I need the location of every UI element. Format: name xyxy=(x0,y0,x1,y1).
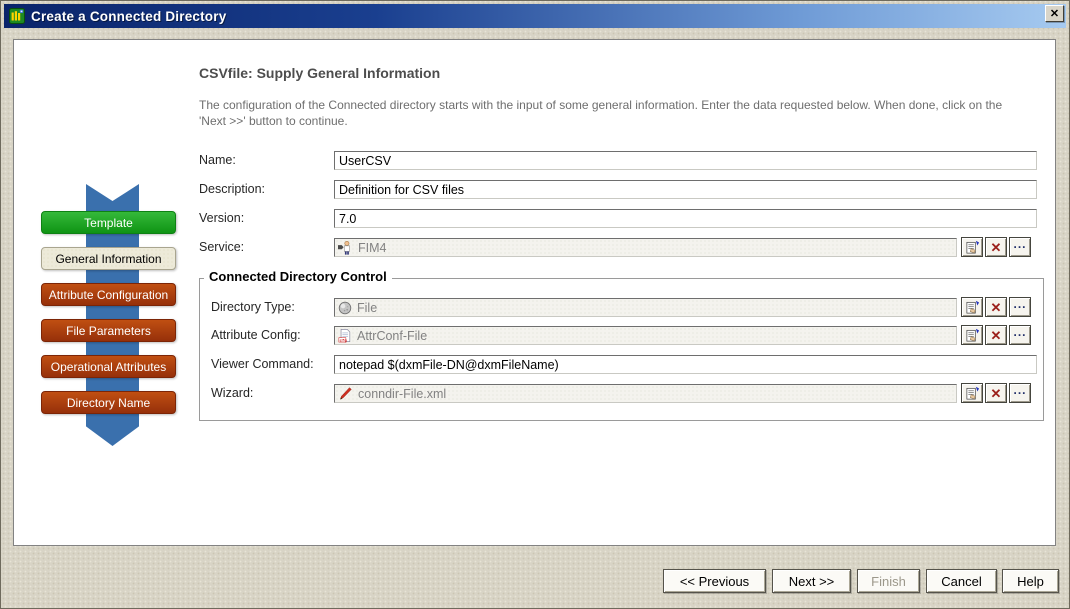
service-label: Service: xyxy=(199,240,244,254)
svg-text:cfg: cfg xyxy=(340,338,348,343)
wizard-step-directory-name[interactable]: Directory Name xyxy=(41,391,176,414)
properties-icon xyxy=(965,328,980,343)
directory-type-delete-button[interactable]: ✕ xyxy=(985,297,1007,317)
previous-button[interactable]: << Previous xyxy=(663,569,766,593)
dialog-window: Create a Connected Directory ✕ Template … xyxy=(0,0,1070,609)
properties-icon xyxy=(965,386,980,401)
wizard-field[interactable]: conndir-File.xml xyxy=(334,384,957,403)
wizard-browse-button[interactable]: ... xyxy=(1009,383,1031,403)
viewer-command-input[interactable] xyxy=(334,355,1037,374)
ellipsis-icon: ... xyxy=(1013,238,1026,250)
directory-type-properties-button[interactable] xyxy=(961,297,983,317)
ellipsis-icon: ... xyxy=(1013,326,1026,338)
step-label: Attribute Configuration xyxy=(49,288,168,302)
delete-icon: ✕ xyxy=(991,241,1002,254)
ellipsis-icon: ... xyxy=(1013,298,1026,310)
red-pen-icon xyxy=(338,386,353,401)
attribute-config-field[interactable]: cfg AttrConf-File xyxy=(334,326,957,345)
wizard-label: Wizard: xyxy=(211,386,253,400)
titlebar: Create a Connected Directory xyxy=(4,4,1066,28)
directory-type-label: Directory Type: xyxy=(211,300,295,314)
page-title: CSVfile: Supply General Information xyxy=(199,65,440,81)
description-label: Description: xyxy=(199,182,265,196)
cfg-file-icon: cfg xyxy=(338,328,352,343)
version-input[interactable] xyxy=(334,209,1037,228)
attribute-config-delete-button[interactable]: ✕ xyxy=(985,325,1007,345)
service-value: FIM4 xyxy=(358,241,386,255)
name-label: Name: xyxy=(199,153,236,167)
directory-type-browse-button[interactable]: ... xyxy=(1009,297,1031,317)
cancel-button[interactable]: Cancel xyxy=(926,569,997,593)
close-icon[interactable]: ✕ xyxy=(1045,5,1064,22)
service-properties-button[interactable] xyxy=(961,237,983,257)
directory-type-value: File xyxy=(357,301,377,315)
wizard-step-general-information[interactable]: General Information xyxy=(41,247,176,270)
service-person-icon xyxy=(338,240,353,255)
attribute-config-label: Attribute Config: xyxy=(211,328,301,342)
name-input[interactable] xyxy=(334,151,1037,170)
wizard-step-attribute-configuration[interactable]: Attribute Configuration xyxy=(41,283,176,306)
viewer-command-label: Viewer Command: xyxy=(211,357,314,371)
page-description: The configuration of the Connected direc… xyxy=(199,97,1025,129)
app-icon xyxy=(9,8,25,24)
properties-icon xyxy=(965,300,980,315)
wizard-properties-button[interactable] xyxy=(961,383,983,403)
service-browse-button[interactable]: ... xyxy=(1009,237,1031,257)
properties-icon xyxy=(965,240,980,255)
finish-button[interactable]: Finish xyxy=(857,569,920,593)
wizard-value: conndir-File.xml xyxy=(358,387,446,401)
wizard-step-file-parameters[interactable]: File Parameters xyxy=(41,319,176,342)
attribute-config-properties-button[interactable] xyxy=(961,325,983,345)
ellipsis-icon: ... xyxy=(1013,384,1026,396)
wizard-step-operational-attributes[interactable]: Operational Attributes xyxy=(41,355,176,378)
attribute-config-browse-button[interactable]: ... xyxy=(1009,325,1031,345)
window-title: Create a Connected Directory xyxy=(31,9,226,24)
delete-icon: ✕ xyxy=(991,301,1002,314)
step-label: Directory Name xyxy=(67,396,150,410)
version-label: Version: xyxy=(199,211,244,225)
group-title: Connected Directory Control xyxy=(204,269,392,284)
help-button[interactable]: Help xyxy=(1002,569,1059,593)
delete-icon: ✕ xyxy=(991,387,1002,400)
delete-icon: ✕ xyxy=(991,329,1002,342)
attribute-config-value: AttrConf-File xyxy=(357,329,427,343)
wizard-step-template[interactable]: Template xyxy=(41,211,176,234)
description-input[interactable] xyxy=(334,180,1037,199)
next-button[interactable]: Next >> xyxy=(772,569,851,593)
step-label: File Parameters xyxy=(66,324,151,338)
wizard-delete-button[interactable]: ✕ xyxy=(985,383,1007,403)
sphere-icon xyxy=(338,301,352,315)
step-label: General Information xyxy=(55,252,161,266)
service-delete-button[interactable]: ✕ xyxy=(985,237,1007,257)
service-field[interactable]: FIM4 xyxy=(334,238,957,257)
step-label: Operational Attributes xyxy=(51,360,166,374)
directory-type-field[interactable]: File xyxy=(334,298,957,317)
step-label: Template xyxy=(84,216,133,230)
